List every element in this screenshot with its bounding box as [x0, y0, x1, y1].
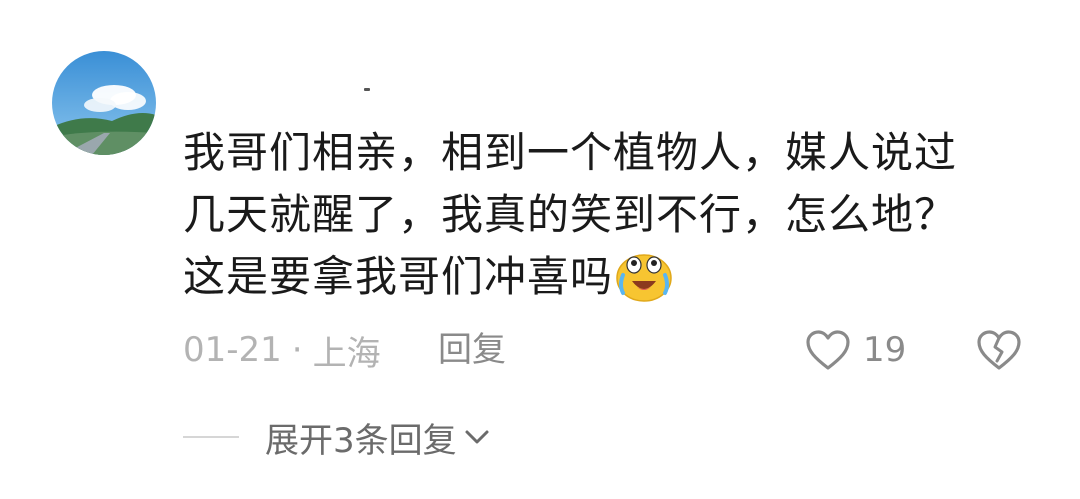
like-button[interactable]: 19 [805, 324, 906, 376]
laughing-crying-emoji-icon [616, 254, 672, 302]
comment-line: 这是要拿我哥们冲喜吗 [183, 246, 1033, 308]
replies-divider [183, 436, 239, 438]
comment-date: 01-21 [183, 330, 282, 370]
username-placeholder [364, 88, 370, 91]
expand-replies-button[interactable]: 展开3条回复 [265, 414, 491, 461]
comment-location: 上海 [312, 333, 381, 374]
comment-text: 我哥们相亲，相到一个植物人，媒人说过 几天就醒了，我真的笑到不行，怎么地？ 这是… [183, 122, 1033, 308]
comment-line: 我哥们相亲，相到一个植物人，媒人说过 [183, 128, 958, 177]
expand-replies-label: 展开3条回复 [265, 420, 457, 461]
like-count: 19 [863, 330, 907, 370]
chevron-down-icon [465, 430, 489, 444]
avatar-image [52, 51, 156, 155]
avatar[interactable] [52, 51, 156, 155]
comment-line-text: 这是要拿我哥们冲喜吗 [183, 252, 614, 301]
reply-button[interactable]: 回复 [438, 324, 506, 376]
dislike-button[interactable] [976, 327, 1022, 373]
heart-outline-icon [806, 330, 850, 370]
meta-separator: · [291, 330, 303, 370]
comment-line: 几天就醒了，我真的笑到不行，怎么地？ [183, 190, 958, 239]
comment-meta: 01-21 · 上海 [183, 324, 381, 376]
broken-heart-icon [977, 330, 1021, 370]
